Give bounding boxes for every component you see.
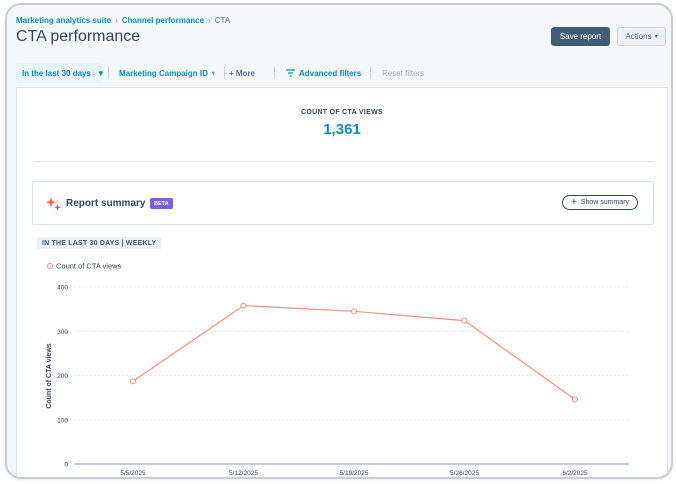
- more-filters-button[interactable]: + More: [229, 63, 255, 83]
- y-tick-label: 300: [57, 329, 68, 336]
- caret-down-icon: ▼: [96, 68, 105, 78]
- x-axis-labels: 5/5/2025 5/12/2025 5/19/2025 5/26/2025 6/2/2…: [120, 470, 588, 477]
- divider: [224, 67, 225, 79]
- divider: [274, 67, 275, 79]
- divider: [108, 67, 109, 79]
- breadcrumb-current: CTA: [214, 16, 231, 25]
- data-point: [572, 396, 578, 403]
- breadcrumb: Marketing analytics suite › Channel perfor…: [16, 16, 230, 25]
- data-point: [240, 302, 247, 309]
- campaign-filter-label: Marketing Campaign ID: [119, 68, 208, 78]
- x-tick-label: 5/26/2025: [450, 470, 479, 477]
- breadcrumb-separator-icon: ›: [115, 16, 118, 25]
- page-header: Marketing analytics suite › Channel perfor…: [7, 5, 671, 87]
- reset-filters-button[interactable]: Reset filters: [382, 63, 424, 83]
- x-tick-label: 5/19/2025: [340, 470, 369, 477]
- chart-series: [130, 302, 578, 403]
- x-tick-label: 5/5/2025: [120, 470, 146, 477]
- advanced-filters-label: Advanced filters: [299, 68, 362, 78]
- y-tick-label: 100: [57, 417, 68, 424]
- report-content: COUNT OF CTA VIEWS 1,361 Report summary …: [16, 87, 668, 477]
- chart-legend: Count of CTA views: [47, 262, 122, 271]
- y-tick-label: 0: [64, 462, 68, 469]
- divider: [370, 67, 371, 79]
- filter-icon: [286, 69, 295, 77]
- y-tick-label: 200: [57, 373, 68, 380]
- y-tick-label: 400: [57, 285, 68, 292]
- page-title: CTA performance: [16, 28, 141, 45]
- x-tick-label: 6/2/2025: [562, 470, 588, 477]
- filter-bar: In the last 30 days ▼ Marketing Campaign…: [16, 63, 671, 83]
- data-point: [461, 317, 468, 324]
- date-range-filter[interactable]: In the last 30 days ▼: [16, 63, 105, 83]
- breadcrumb-separator-icon: ›: [208, 16, 211, 25]
- y-axis-title-group: Count of CTA views: [46, 343, 53, 408]
- breadcrumb-link-channel[interactable]: Channel performance: [122, 16, 204, 25]
- save-report-button[interactable]: Save report: [551, 27, 610, 46]
- app-window: Marketing analytics suite › Channel perfor…: [5, 3, 673, 479]
- data-point: [130, 378, 136, 385]
- advanced-filters-button[interactable]: Advanced filters: [286, 63, 361, 83]
- actions-label: Actions: [625, 32, 652, 41]
- legend-marker: [47, 263, 53, 269]
- series-line: [132, 304, 576, 400]
- actions-button[interactable]: Actions ▾: [617, 27, 666, 46]
- y-axis-title: Count of CTA views: [46, 343, 53, 408]
- x-tick-label: 5/12/2025: [229, 470, 258, 477]
- date-range-label: In the last 30 days: [22, 68, 91, 78]
- caret-down-icon: ▾: [211, 70, 215, 77]
- data-point: [351, 308, 357, 315]
- breadcrumb-link-analytics[interactable]: Marketing analytics suite: [16, 16, 111, 25]
- caret-down-icon: ▾: [654, 34, 658, 40]
- legend-label: Count of CTA views: [56, 262, 122, 271]
- line-chart: Count of CTA views Count of CTA views 0 1…: [46, 262, 629, 477]
- campaign-filter[interactable]: Marketing Campaign ID ▾: [119, 63, 215, 83]
